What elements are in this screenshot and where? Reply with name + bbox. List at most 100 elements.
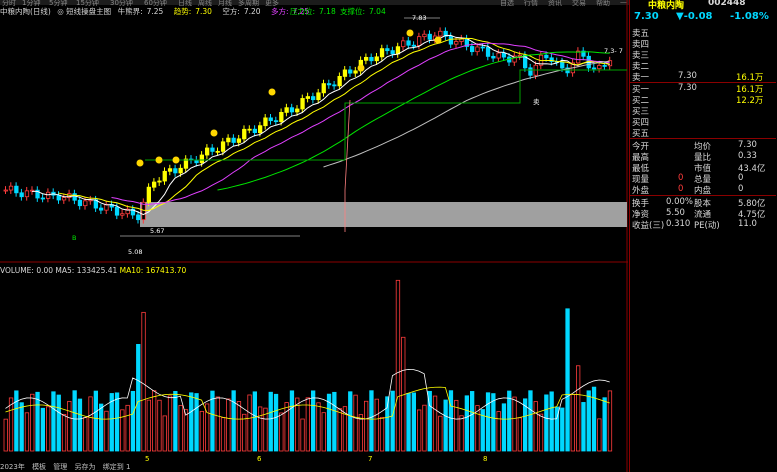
candle-body [77, 199, 83, 207]
volume-bar [411, 392, 417, 452]
volume-bar [602, 397, 607, 452]
volume-bar [586, 390, 591, 452]
candle-body [469, 46, 475, 53]
orderbook-divider [630, 195, 776, 196]
stat-value: 11.0 [738, 219, 757, 229]
stat-value: 0 [738, 173, 744, 183]
candle-body [83, 200, 88, 207]
zhicheng-label: 支撑位: 7.04 [340, 7, 386, 16]
volume-bar [443, 399, 448, 452]
tab-save-as[interactable]: 另存为 [75, 463, 96, 471]
volume-bar [348, 391, 353, 452]
volume-bar [496, 411, 501, 452]
volume-bar [273, 393, 279, 452]
candle-body [353, 70, 358, 74]
stat-row: 最低 市值 43.4亿 [632, 162, 777, 174]
volume-bar [321, 412, 326, 452]
sell-row: 卖二 [632, 60, 777, 72]
candle-body [120, 213, 125, 216]
stat-value: 0 [738, 184, 744, 194]
sell-row: 卖四 [632, 38, 777, 50]
candle-body [242, 128, 247, 140]
candle-body [597, 65, 602, 70]
volume-bar [363, 400, 369, 452]
candle-body [226, 137, 231, 143]
tab-template[interactable]: 模板 [32, 463, 46, 471]
volume-bar [141, 311, 146, 452]
volume-bar [316, 402, 321, 452]
buy-row: 买一 7.30 16.1万 [632, 83, 777, 95]
candle-body [252, 128, 258, 134]
candle-body [379, 48, 385, 58]
volume-bar [257, 406, 263, 452]
volume-bar [390, 390, 395, 452]
candle-body [114, 206, 120, 216]
candle-body [480, 46, 485, 49]
candle-body [247, 128, 252, 131]
volume-bar [507, 390, 512, 452]
candle-body [173, 168, 178, 174]
candle-body [231, 137, 236, 143]
volume-bar [570, 393, 575, 452]
volume-bar [560, 407, 565, 452]
volume-bar [167, 395, 173, 452]
candle-body [215, 150, 220, 153]
price-annotation: 5.67 [150, 227, 164, 235]
volume-bar [607, 390, 613, 452]
volume-bar [576, 365, 581, 452]
stat-value: 0 [678, 184, 684, 194]
volume-bar [99, 403, 104, 452]
price-band [140, 202, 627, 227]
candle-body [544, 54, 549, 59]
stat-row: 换手 0.00% 股本 5.80亿 [632, 197, 777, 209]
volume-bar [72, 390, 77, 452]
candle-body [295, 108, 300, 113]
candle-body [3, 189, 8, 192]
candle-body [416, 36, 422, 46]
candle-body [199, 154, 205, 164]
candle-body [204, 147, 210, 156]
volume-bar [517, 417, 522, 452]
volume-value: VOLUME: 0.00 [0, 266, 54, 275]
candle-body [157, 180, 162, 183]
stock-name: 中粮内陶 [648, 1, 685, 11]
volume-bar [236, 401, 242, 452]
yali-label: 压力位: 7.18 [290, 7, 336, 16]
buy-price: 7.30 [678, 83, 697, 93]
volume-bar [369, 390, 374, 452]
tab-manage[interactable]: 管理 [53, 463, 67, 471]
tab-bind[interactable]: 绑定到 1 [103, 463, 131, 471]
candle-body [146, 186, 152, 203]
volume-bar [162, 415, 167, 452]
volume-bar [56, 394, 61, 452]
volume-bar [597, 418, 602, 452]
candle-body [576, 50, 581, 64]
volume-bar [475, 405, 480, 452]
candle-body [300, 98, 305, 110]
stat-value: 7.30 [738, 140, 757, 150]
volume-bar [220, 417, 226, 452]
volume-bar [93, 390, 98, 452]
candle-body [263, 117, 268, 127]
volume-bar [88, 396, 93, 452]
candle-body [528, 67, 533, 76]
candle-body [279, 112, 284, 122]
volume-bar [3, 418, 8, 452]
candle-body [401, 40, 406, 48]
volume-bar [310, 390, 316, 452]
candle-body [369, 56, 374, 62]
candle-body [411, 44, 417, 47]
volume-bar [215, 396, 220, 452]
candle-body [136, 214, 141, 221]
price-change: ▼-0.08 [676, 11, 713, 22]
smiley-marker [406, 29, 414, 37]
candle-body [273, 120, 279, 123]
volume-bar [485, 392, 491, 452]
volume-bar [379, 416, 385, 452]
kline-chart-area[interactable]: 7.807.607.407.207.006.806.606.406.206.00… [0, 0, 628, 472]
chart-canvas[interactable]: 7.807.607.407.207.006.806.606.406.206.00… [0, 0, 628, 472]
candle-body [316, 92, 321, 101]
candle-body [162, 170, 167, 182]
orderbook-divider [630, 138, 776, 139]
candle-body [337, 76, 342, 87]
